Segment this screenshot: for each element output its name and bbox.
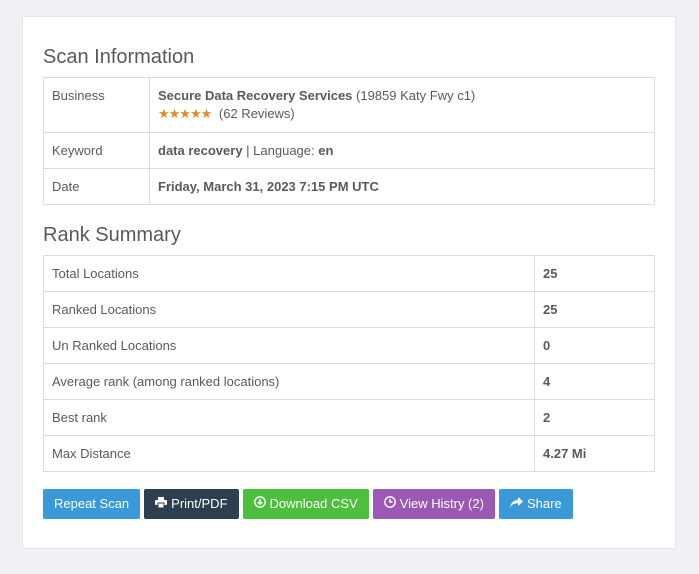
row-value: 25 <box>534 291 655 328</box>
date-label: Date <box>43 168 150 205</box>
table-row: Max Distance 4.27 Mi <box>43 435 655 472</box>
row-value: 0 <box>534 327 655 364</box>
action-buttons: Repeat Scan Print/PDF Download CSV View … <box>43 489 573 519</box>
language-label: | Language: <box>242 143 319 158</box>
rank-summary-title: Rank Summary <box>43 224 181 246</box>
table-row: Average rank (among ranked locations) 4 <box>43 363 655 400</box>
print-pdf-button[interactable]: Print/PDF <box>144 489 239 519</box>
view-history-label: View Histry (2) <box>399 496 484 511</box>
table-row: Date Friday, March 31, 2023 7:15 PM UTC <box>43 168 655 205</box>
row-value: 25 <box>534 255 655 292</box>
row-label: Total Locations <box>43 255 535 292</box>
table-row: Keyword data recovery | Language: en <box>43 132 655 169</box>
print-icon <box>155 489 168 519</box>
rating-stars-icon: ★★★★★ <box>158 106 212 121</box>
business-name: Secure Data Recovery Services <box>158 88 353 103</box>
business-label: Business <box>43 77 150 133</box>
share-label: Share <box>526 496 562 511</box>
share-icon <box>509 489 523 519</box>
keyword-cell: data recovery | Language: en <box>149 132 655 169</box>
keyword-value: data recovery <box>158 143 243 158</box>
language-value: en <box>318 143 334 158</box>
table-row: Ranked Locations 25 <box>43 291 655 328</box>
date-cell: Friday, March 31, 2023 7:15 PM UTC <box>149 168 655 205</box>
keyword-label: Keyword <box>43 132 150 169</box>
download-csv-button[interactable]: Download CSV <box>242 489 369 519</box>
row-label: Ranked Locations <box>43 291 535 328</box>
print-pdf-label: Print/PDF <box>171 496 228 511</box>
business-address: (19859 Katy Fwy c1) <box>356 88 476 103</box>
clock-icon <box>383 489 396 519</box>
table-row: Total Locations 25 <box>43 255 655 292</box>
scan-info-title: Scan Information <box>43 46 195 68</box>
date-value: Friday, March 31, 2023 7:15 PM UTC <box>158 179 379 194</box>
share-button[interactable]: Share <box>498 489 573 519</box>
row-value: 4 <box>534 363 655 400</box>
row-label: Un Ranked Locations <box>43 327 535 364</box>
row-value: 2 <box>534 399 655 436</box>
reviews-count: (62 Reviews) <box>218 106 295 121</box>
rank-summary-table: Total Locations 25 Ranked Locations 25 U… <box>43 255 655 472</box>
repeat-scan-button[interactable]: Repeat Scan <box>43 489 141 519</box>
download-icon <box>253 489 266 519</box>
row-label: Best rank <box>43 399 535 436</box>
row-label: Max Distance <box>43 435 535 472</box>
repeat-scan-label: Repeat Scan <box>54 496 130 511</box>
row-value: 4.27 Mi <box>534 435 655 472</box>
table-row: Un Ranked Locations 0 <box>43 327 655 364</box>
scan-card: Scan Information Business Secure Data Re… <box>22 16 676 549</box>
scan-info-table: Business Secure Data Recovery Services (… <box>43 77 655 205</box>
row-label: Average rank (among ranked locations) <box>43 363 535 400</box>
view-history-button[interactable]: View Histry (2) <box>372 489 495 519</box>
table-row: Best rank 2 <box>43 399 655 436</box>
business-cell: Secure Data Recovery Services (19859 Kat… <box>149 77 655 133</box>
table-row: Business Secure Data Recovery Services (… <box>43 77 655 133</box>
download-csv-label: Download CSV <box>269 496 358 511</box>
